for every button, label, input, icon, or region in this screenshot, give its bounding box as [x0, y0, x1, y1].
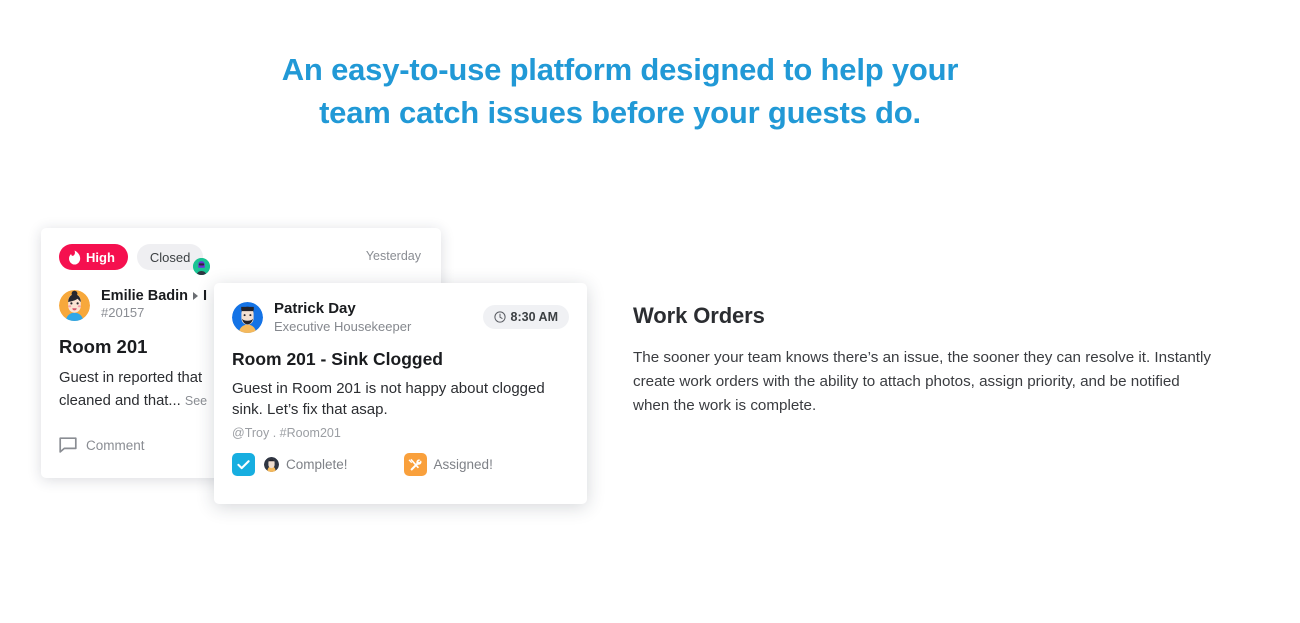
status-badge-label: Closed [149, 249, 191, 265]
work-order-author-role: Executive Housekeeper [274, 319, 412, 334]
action-complete[interactable]: Complete! [232, 453, 348, 476]
see-more-link[interactable]: See [185, 394, 207, 408]
card-stack: High Closed Yesterday Emilie Badin I #20… [0, 0, 640, 623]
feature-description: The sooner your team knows there’s an is… [633, 349, 1211, 414]
feed-timestamp: Yesterday [365, 249, 421, 263]
work-order-header: Patrick Day Executive Housekeeper 8:30 A… [214, 283, 587, 334]
work-order-card[interactable]: Patrick Day Executive Housekeeper 8:30 A… [214, 283, 587, 504]
feed-author-name-row: Emilie Badin I [101, 288, 207, 304]
status-badge-closed[interactable]: Closed [136, 244, 211, 275]
priority-badge-label: High [86, 249, 115, 265]
work-order-time-label: 8:30 AM [510, 310, 558, 324]
avatar-patrick-day [232, 301, 263, 333]
feed-body-line-2: cleaned and that... [59, 393, 181, 409]
feed-author-target: I [203, 288, 208, 304]
work-order-tags: @Troy . #Room201 [232, 426, 341, 440]
feature-block: Work Orders The sooner your team knows t… [633, 303, 1213, 418]
action-complete-label: Complete! [286, 457, 348, 472]
comment-label: Comment [86, 437, 145, 453]
feed-author-name: Emilie Badin [101, 288, 189, 304]
complete-mini-avatar [264, 457, 279, 472]
work-order-title: Room 201 - Sink Clogged [232, 349, 443, 369]
feed-ticket-id: #20157 [101, 305, 145, 320]
assignee-mini-avatar [193, 258, 211, 275]
clock-icon [493, 311, 506, 323]
work-order-time-badge: 8:30 AM [482, 305, 569, 329]
work-order-author-name: Patrick Day [274, 300, 356, 317]
work-order-body: Guest in Room 201 is not happy about clo… [232, 380, 545, 418]
flame-icon [68, 249, 81, 265]
feature-title: Work Orders [633, 303, 765, 328]
avatar-emilie-badin [59, 289, 90, 321]
work-order-actions: Complete! Assigned! [214, 440, 587, 476]
action-assigned-label: Assigned! [433, 457, 493, 472]
checkbox-checked-icon[interactable] [232, 453, 255, 476]
action-assigned[interactable]: Assigned! [403, 453, 493, 476]
feed-author-meta: Emilie Badin I #20157 [101, 288, 207, 322]
chevron-right-icon [193, 292, 199, 300]
priority-badge-high[interactable]: High [59, 244, 128, 270]
work-order-author-meta: Patrick Day Executive Housekeeper [274, 300, 483, 334]
feed-card-header: High Closed Yesterday [41, 228, 441, 275]
speech-bubble-icon [59, 437, 77, 453]
tools-icon[interactable] [403, 453, 427, 476]
